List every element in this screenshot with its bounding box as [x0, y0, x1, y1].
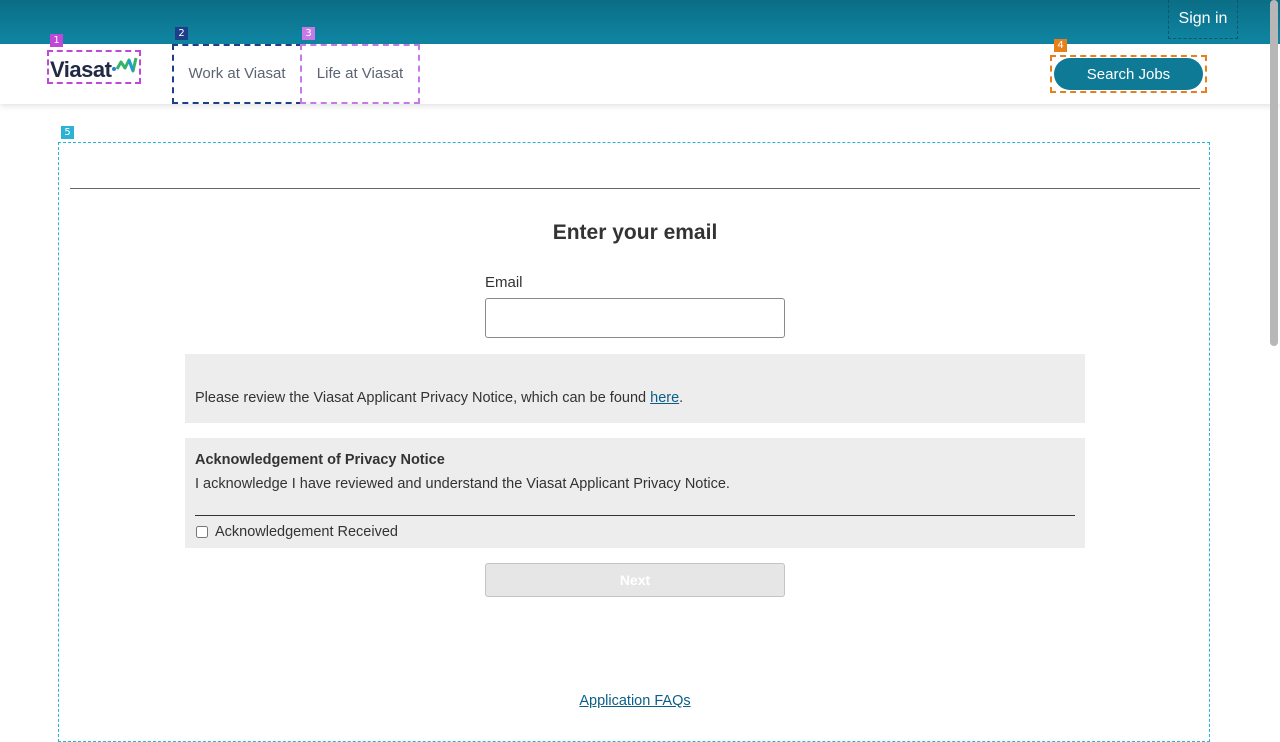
marker-2: 2	[175, 27, 188, 40]
email-label: Email	[485, 274, 523, 291]
acknowledgement-box: Acknowledgement of Privacy Notice I ackn…	[185, 438, 1085, 548]
top-bar: Sign in	[0, 0, 1280, 44]
marker-3: 3	[302, 27, 315, 40]
sign-in-link[interactable]: Sign in	[1168, 0, 1238, 39]
faq-row: Application FAQs	[59, 693, 1211, 709]
top-divider	[70, 188, 1200, 189]
acknowledgement-title: Acknowledgement of Privacy Notice	[195, 452, 445, 468]
marker-1: 1	[50, 34, 63, 47]
acknowledgement-checkbox-label[interactable]: Acknowledgement Received	[215, 524, 398, 540]
acknowledgement-divider	[195, 515, 1075, 516]
marker-4: 4	[1054, 39, 1067, 52]
acknowledgement-checkbox[interactable]	[196, 526, 208, 538]
nav-bar: 1 Viasat 2 Work at Viasat 3 Life at Vias…	[0, 27, 1280, 104]
page-title: Enter your email	[552, 221, 718, 244]
marker-5: 5	[61, 126, 74, 139]
nav-life-at-viasat[interactable]: Life at Viasat	[300, 44, 420, 104]
privacy-notice-box: Please review the Viasat Applicant Priva…	[185, 354, 1085, 423]
scrollbar-thumb[interactable]	[1270, 0, 1278, 346]
page-scrollbar[interactable]	[1268, 0, 1280, 720]
privacy-text-body: Please review the Viasat Applicant Priva…	[195, 390, 651, 406]
main-content: Enter your email Email Please review the…	[58, 142, 1210, 742]
acknowledgement-text: I acknowledge I have reviewed and unders…	[195, 476, 730, 492]
next-button[interactable]: Next	[485, 563, 785, 597]
logo-wave-icon	[112, 57, 138, 73]
logo-wordmark: Viasat	[50, 57, 112, 82]
nav-work-at-viasat[interactable]: Work at Viasat	[172, 44, 302, 104]
privacy-here-link[interactable]: here	[650, 390, 679, 406]
application-faqs-link[interactable]: Application FAQs	[579, 693, 690, 709]
viasat-logo[interactable]: Viasat	[47, 50, 141, 84]
search-jobs-button[interactable]: Search Jobs	[1054, 58, 1203, 90]
email-field[interactable]	[485, 298, 785, 338]
search-jobs-wrapper: Search Jobs	[1050, 55, 1207, 93]
privacy-text-end: .	[679, 390, 684, 406]
privacy-notice-text: Please review the Viasat Applicant Priva…	[195, 390, 683, 406]
